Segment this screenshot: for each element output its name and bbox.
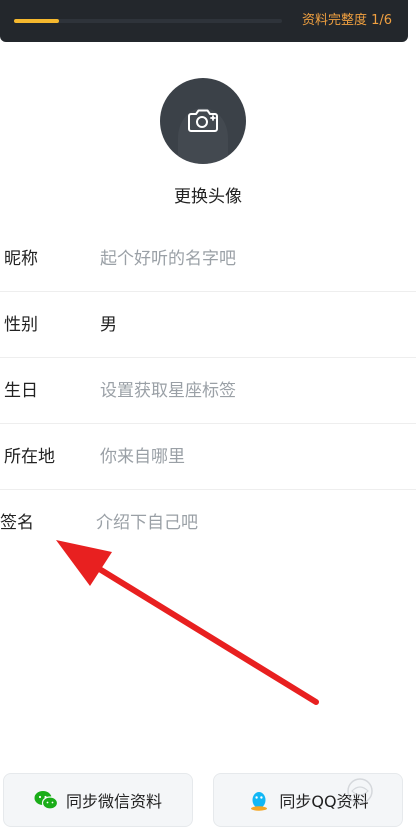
gender-label: 性别 — [4, 315, 38, 335]
avatar[interactable] — [160, 78, 246, 164]
row-location[interactable]: 所在地 你来自哪里 — [0, 424, 416, 490]
sync-wechat-button[interactable]: 同步微信资料 — [3, 773, 193, 827]
completion-bar: 资料完整度 1/6 — [0, 0, 408, 42]
camera-plus-icon — [188, 109, 218, 132]
completion-text: 资料完整度 1/6 — [301, 13, 392, 28]
birthday-input[interactable]: 设置获取星座标签 — [100, 358, 236, 424]
qq-icon — [251, 792, 268, 811]
signature-input[interactable]: 介绍下自己吧 — [96, 490, 198, 556]
location-label: 所在地 — [4, 447, 55, 467]
change-avatar-link[interactable]: 更换头像 — [0, 182, 416, 207]
arrow-shaft — [85, 559, 319, 705]
gender-value[interactable]: 男 — [100, 292, 117, 358]
nickname-label: 昵称 — [4, 249, 38, 269]
completion-progress-fill — [14, 19, 59, 23]
watermark-logo — [347, 778, 373, 804]
birthday-label: 生日 — [4, 381, 38, 401]
row-gender[interactable]: 性别 男 — [0, 292, 416, 358]
nickname-input[interactable]: 起个好听的名字吧 — [100, 226, 236, 292]
row-signature[interactable]: 签名 介绍下自己吧 — [0, 490, 416, 556]
sync-wechat-label: 同步微信资料 — [65, 792, 162, 811]
profile-edit-page: 资料完整度 1/6 更换头像 昵称 起个好听的名字吧 性别 男 生日 设置获取星… — [0, 0, 416, 831]
signature-label: 签名 — [0, 513, 34, 533]
location-input[interactable]: 你来自哪里 — [100, 424, 185, 490]
completion-progress-track — [14, 19, 282, 23]
row-birthday[interactable]: 生日 设置获取星座标签 — [0, 358, 416, 424]
wechat-icon — [34, 791, 58, 810]
row-nickname[interactable]: 昵称 起个好听的名字吧 — [0, 226, 416, 292]
